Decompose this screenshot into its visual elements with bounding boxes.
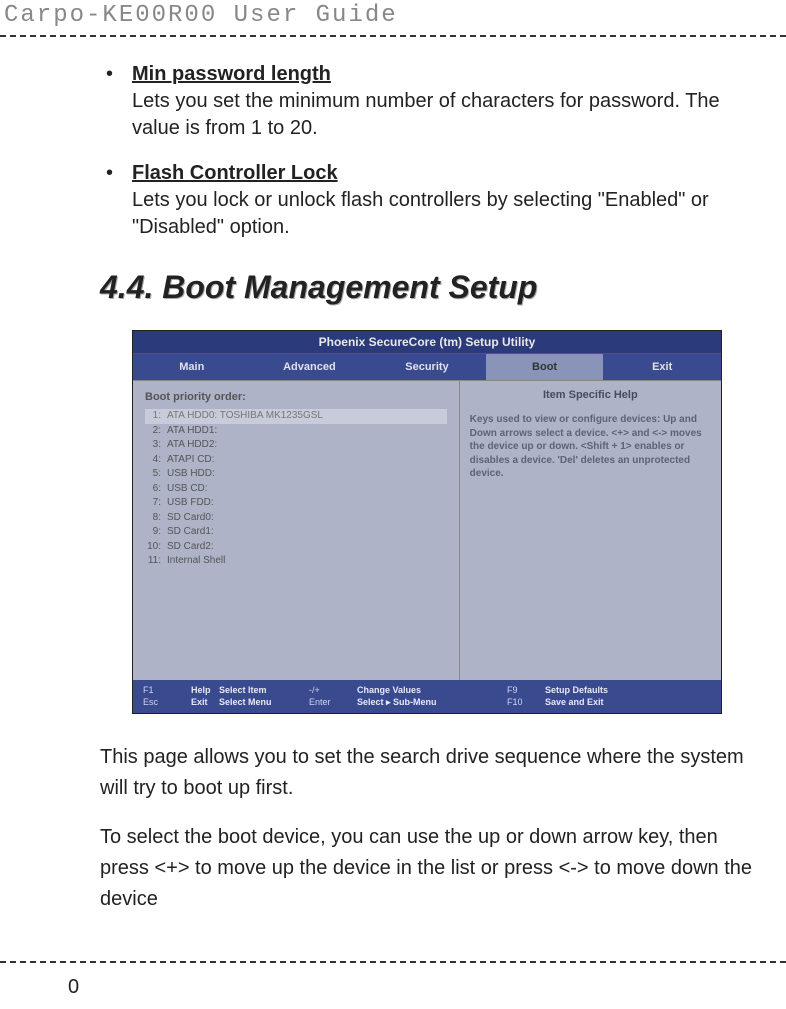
page-number: 0 [68, 976, 79, 999]
boot-item[interactable]: 9:SD Card1: [145, 525, 447, 540]
label-select-item: Select Item [219, 685, 309, 695]
label-select-submenu: Select ▸ Sub-Menu [357, 697, 507, 708]
boot-item[interactable]: 6:USB CD: [145, 482, 447, 497]
help-title: Item Specific Help [470, 389, 711, 401]
key-esc: Esc [143, 697, 191, 708]
boot-label: ATAPI CD: [167, 453, 214, 468]
item-desc: Lets you set the minimum number of chara… [132, 88, 754, 142]
boot-num: 11: [145, 554, 167, 569]
tab-main[interactable]: Main [133, 354, 251, 380]
boot-item[interactable]: 2:ATA HDD1: [145, 424, 447, 439]
boot-item[interactable]: 7:USB FDD: [145, 496, 447, 511]
boot-item[interactable]: 4:ATAPI CD: [145, 453, 447, 468]
bios-footer: F1 Help Select Item -/+ Change Values F9… [133, 680, 721, 713]
boot-label: USB CD: [167, 482, 208, 497]
boot-label: USB HDD: [167, 467, 215, 482]
page-header: Carpo-KE00R00 User Guide [0, 0, 786, 37]
feature-list: Min password length Lets you set the min… [100, 61, 754, 241]
boot-num: 10: [145, 540, 167, 555]
label-change-values: Change Values [357, 685, 507, 695]
tab-security[interactable]: Security [368, 354, 486, 380]
boot-label: ATA HDD2: [167, 438, 217, 453]
bios-left-pane: Boot priority order: 1:ATA HDD0: TOSHIBA… [133, 381, 459, 680]
bios-title: Phoenix SecureCore (tm) Setup Utility [133, 331, 721, 354]
key-enter: Enter [309, 697, 357, 708]
label-help: Help [191, 685, 219, 695]
boot-item[interactable]: 3:ATA HDD2: [145, 438, 447, 453]
body-paragraph: This page allows you to set the search d… [100, 742, 754, 804]
tab-boot[interactable]: Boot [486, 354, 604, 380]
bios-tab-row: Main Advanced Security Boot Exit [133, 354, 721, 380]
item-title: Flash Controller Lock [132, 162, 338, 184]
item-desc: Lets you lock or unlock flash controller… [132, 187, 754, 241]
boot-num: 7: [145, 496, 167, 511]
boot-num: 9: [145, 525, 167, 540]
boot-order-list: 1:ATA HDD0: TOSHIBA MK1235GSL 2:ATA HDD1… [145, 409, 447, 569]
boot-num: 3: [145, 438, 167, 453]
bios-body: Boot priority order: 1:ATA HDD0: TOSHIBA… [133, 380, 721, 680]
boot-label: SD Card0: [167, 511, 214, 526]
boot-num: 6: [145, 482, 167, 497]
key-f9: F9 [507, 685, 545, 695]
label-select-menu: Select Menu [219, 697, 309, 708]
section-heading: 4.4. Boot Management Setup [100, 269, 754, 306]
boot-num: 1: [145, 409, 167, 424]
list-item: Min password length Lets you set the min… [100, 61, 754, 142]
page-content: Min password length Lets you set the min… [0, 37, 786, 915]
boot-num: 8: [145, 511, 167, 526]
tab-exit[interactable]: Exit [603, 354, 721, 380]
bios-screenshot: Phoenix SecureCore (tm) Setup Utility Ma… [132, 330, 722, 714]
label-save-exit: Save and Exit [545, 697, 665, 708]
boot-label: Internal Shell [167, 554, 225, 569]
label-exit: Exit [191, 697, 219, 708]
boot-item[interactable]: 8:SD Card0: [145, 511, 447, 526]
list-item: Flash Controller Lock Lets you lock or u… [100, 160, 754, 241]
boot-label: USB FDD: [167, 496, 214, 511]
body-paragraph: To select the boot device, you can use t… [100, 822, 754, 915]
boot-item[interactable]: 10:SD Card2: [145, 540, 447, 555]
boot-num: 2: [145, 424, 167, 439]
item-title: Min password length [132, 63, 331, 85]
help-text: Keys used to view or configure devices: … [470, 413, 711, 481]
boot-label: ATA HDD0: TOSHIBA MK1235GSL [167, 409, 323, 424]
key-f1: F1 [143, 685, 191, 695]
boot-label: SD Card1: [167, 525, 214, 540]
bios-help-pane: Item Specific Help Keys used to view or … [459, 381, 721, 680]
boot-order-label: Boot priority order: [145, 391, 447, 403]
boot-label: ATA HDD1: [167, 424, 217, 439]
key-plusminus: -/+ [309, 685, 357, 695]
key-f10: F10 [507, 697, 545, 708]
boot-num: 4: [145, 453, 167, 468]
boot-item[interactable]: 11:Internal Shell [145, 554, 447, 569]
tab-advanced[interactable]: Advanced [251, 354, 369, 380]
footer-rule [0, 961, 786, 963]
boot-item[interactable]: 5:USB HDD: [145, 467, 447, 482]
boot-num: 5: [145, 467, 167, 482]
boot-item[interactable]: 1:ATA HDD0: TOSHIBA MK1235GSL [145, 409, 447, 424]
label-setup-defaults: Setup Defaults [545, 685, 665, 695]
boot-label: SD Card2: [167, 540, 214, 555]
